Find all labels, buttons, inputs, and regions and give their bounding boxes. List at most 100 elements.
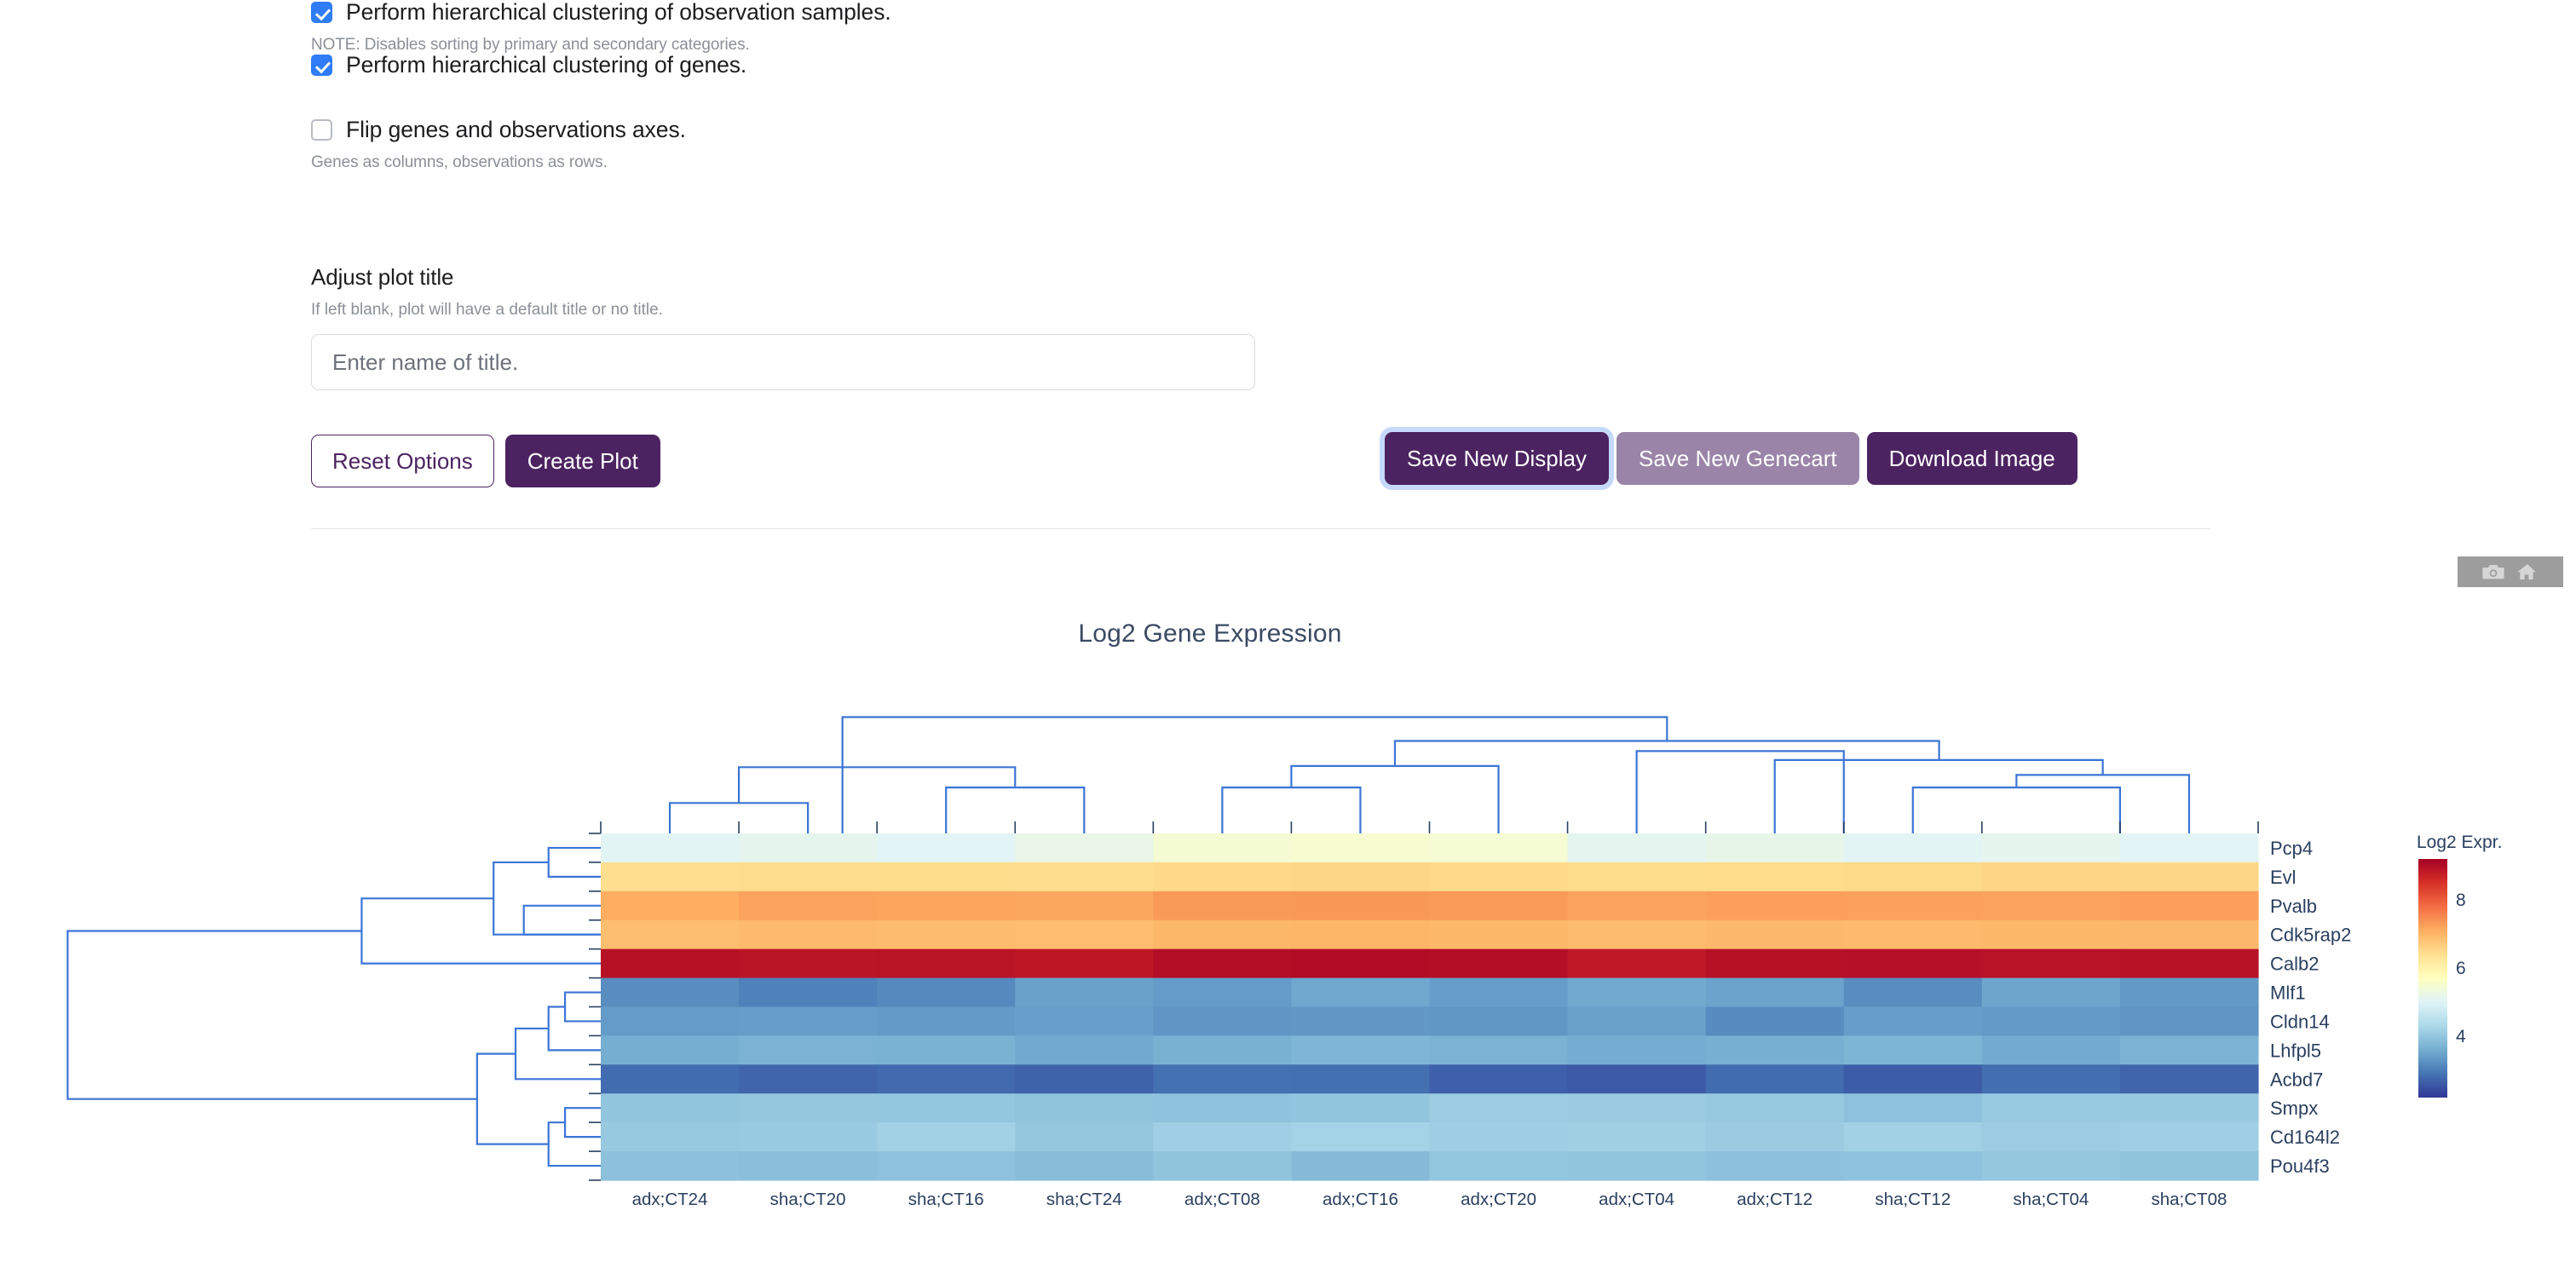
heatmap-cell[interactable]	[1567, 948, 1707, 979]
reset-options-button[interactable]: Reset Options	[311, 435, 494, 487]
heatmap-cell[interactable]	[1981, 862, 2121, 892]
heatmap-cell[interactable]	[1567, 1006, 1707, 1037]
heatmap-cell[interactable]	[739, 948, 878, 979]
heatmap-cell[interactable]	[877, 1035, 1016, 1065]
heatmap-cell[interactable]	[1705, 1064, 1845, 1094]
heatmap-cell[interactable]	[2119, 977, 2259, 1008]
heatmap-cell[interactable]	[1153, 833, 1293, 863]
heatmap-cell[interactable]	[1291, 948, 1431, 979]
heatmap-cell[interactable]	[1015, 833, 1154, 863]
heatmap-cell[interactable]	[877, 948, 1016, 979]
heatmap-cell[interactable]	[1429, 948, 1569, 979]
heatmap-cell[interactable]	[1015, 1151, 1154, 1181]
heatmap-cell[interactable]	[1567, 1064, 1707, 1094]
heatmap-cell[interactable]	[601, 919, 740, 950]
heatmap-cell[interactable]	[1843, 833, 1983, 863]
heatmap-cell[interactable]	[1705, 948, 1845, 979]
heatmap-cell[interactable]	[1153, 890, 1293, 921]
heatmap-cell[interactable]	[1843, 919, 1983, 950]
heatmap-cell[interactable]	[601, 1122, 740, 1152]
heatmap-cell[interactable]	[2119, 833, 2259, 863]
heatmap-cell[interactable]	[1429, 862, 1569, 892]
heatmap-cell[interactable]	[601, 1093, 740, 1123]
heatmap-cell[interactable]	[739, 1122, 878, 1152]
heatmap-cell[interactable]	[2119, 1064, 2259, 1094]
heatmap-cell[interactable]	[739, 890, 878, 921]
checkbox-cluster-observations[interactable]	[311, 2, 332, 23]
heatmap-cell[interactable]	[1567, 833, 1707, 863]
plot-title-input[interactable]	[311, 334, 1255, 390]
heatmap-cell[interactable]	[877, 1122, 1016, 1152]
heatmap-cell[interactable]	[1567, 1035, 1707, 1065]
heatmap-cell[interactable]	[2119, 1035, 2259, 1065]
save-new-display-button[interactable]: Save New Display	[1385, 432, 1609, 485]
heatmap-cell[interactable]	[1291, 1006, 1431, 1037]
heatmap-cell[interactable]	[739, 1151, 878, 1181]
heatmap-cell[interactable]	[1705, 1151, 1845, 1181]
heatmap-cell[interactable]	[601, 948, 740, 979]
create-plot-button[interactable]: Create Plot	[504, 435, 660, 487]
heatmap-cell[interactable]	[1429, 833, 1569, 863]
heatmap-cell[interactable]	[601, 1035, 740, 1065]
download-image-button[interactable]: Download Image	[1866, 432, 2078, 485]
heatmap-cell[interactable]	[1567, 1122, 1707, 1152]
heatmap-cell[interactable]	[1015, 919, 1154, 950]
heatmap-cell[interactable]	[877, 1151, 1016, 1181]
heatmap-cell[interactable]	[1153, 1064, 1293, 1094]
heatmap-cell[interactable]	[739, 1093, 878, 1123]
heatmap-cell[interactable]	[1981, 919, 2121, 950]
heatmap-cell[interactable]	[877, 833, 1016, 863]
heatmap-cell[interactable]	[1429, 1093, 1569, 1123]
heatmap-cell[interactable]	[877, 862, 1016, 892]
heatmap-cell[interactable]	[1015, 1122, 1154, 1152]
heatmap-cell[interactable]	[1429, 1035, 1569, 1065]
heatmap-cell[interactable]	[1429, 919, 1569, 950]
heatmap-cell[interactable]	[1981, 1093, 2121, 1123]
heatmap-cell[interactable]	[1705, 1122, 1845, 1152]
heatmap-cell[interactable]	[1153, 919, 1293, 950]
checkbox-flip-axes[interactable]	[311, 119, 332, 141]
heatmap-cell[interactable]	[1567, 862, 1707, 892]
heatmap-cell[interactable]	[877, 1064, 1016, 1094]
heatmap-cell[interactable]	[1015, 948, 1154, 979]
heatmap-cell[interactable]	[1153, 948, 1293, 979]
heatmap-cell[interactable]	[1705, 1035, 1845, 1065]
heatmap-cell[interactable]	[601, 1006, 740, 1037]
heatmap-cell[interactable]	[1981, 890, 2121, 921]
heatmap-cell[interactable]	[601, 890, 740, 921]
heatmap-cell[interactable]	[1153, 977, 1293, 1008]
heatmap-cell[interactable]	[1567, 1151, 1707, 1181]
heatmap-cell[interactable]	[1705, 919, 1845, 950]
heatmap-cell[interactable]	[1981, 948, 2121, 979]
heatmap-cell[interactable]	[2119, 890, 2259, 921]
heatmap-cell[interactable]	[1843, 1122, 1983, 1152]
heatmap-cell[interactable]	[1291, 862, 1431, 892]
save-new-genecart-button[interactable]: Save New Genecart	[1616, 432, 1859, 485]
heatmap-cell[interactable]	[1015, 1035, 1154, 1065]
heatmap-cell[interactable]	[1843, 1035, 1983, 1065]
heatmap-cell[interactable]	[2119, 1122, 2259, 1152]
heatmap-cell[interactable]	[739, 1064, 878, 1094]
heatmap-cell[interactable]	[877, 977, 1016, 1008]
heatmap-cell[interactable]	[1981, 1122, 2121, 1152]
heatmap-cell[interactable]	[1705, 1093, 1845, 1123]
heatmap-cell[interactable]	[1705, 833, 1845, 863]
heatmap-cell[interactable]	[1015, 1093, 1154, 1123]
heatmap-cell[interactable]	[1291, 890, 1431, 921]
checkbox-row-flip-axes[interactable]: Flip genes and observations axes.	[311, 117, 686, 142]
heatmap-cell[interactable]	[1567, 890, 1707, 921]
heatmap-cell[interactable]	[1429, 1151, 1569, 1181]
heatmap-cell[interactable]	[1567, 1093, 1707, 1123]
heatmap-cell[interactable]	[739, 919, 878, 950]
heatmap-cell[interactable]	[1291, 1122, 1431, 1152]
heatmap-cell[interactable]	[2119, 1006, 2259, 1037]
heatmap-cell[interactable]	[1429, 890, 1569, 921]
heatmap-cell[interactable]	[877, 1006, 1016, 1037]
heatmap-cell[interactable]	[1567, 977, 1707, 1008]
heatmap-cell[interactable]	[1843, 862, 1983, 892]
heatmap-cell[interactable]	[601, 862, 740, 892]
heatmap-cell[interactable]	[877, 919, 1016, 950]
heatmap-cell[interactable]	[1705, 862, 1845, 892]
heatmap-cell[interactable]	[1291, 1035, 1431, 1065]
heatmap-cell[interactable]	[1981, 1064, 2121, 1094]
